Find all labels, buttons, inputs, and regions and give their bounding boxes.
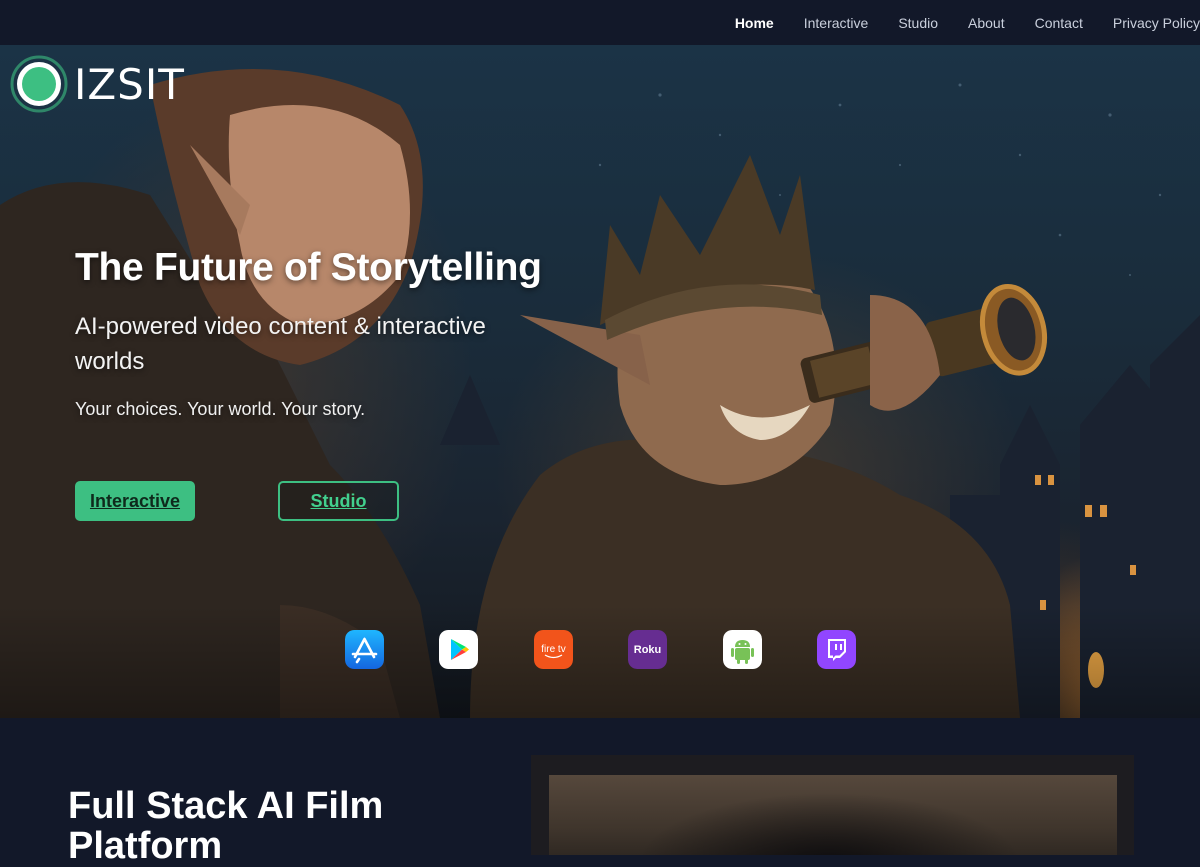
fire-tv-icon[interactable]: fire tv	[534, 630, 573, 669]
top-nav: Home Interactive Studio About Contact Pr…	[0, 0, 1200, 45]
google-play-icon[interactable]	[439, 630, 478, 669]
brand-logo-icon	[10, 55, 68, 113]
nav-item-contact[interactable]: Contact	[1035, 15, 1083, 31]
hero-subtitle: AI-powered video content & interactive w…	[75, 313, 486, 375]
roku-icon[interactable]: Roku	[628, 630, 667, 669]
interactive-button[interactable]: Interactive	[75, 481, 195, 521]
hero-section: IZSIT The Future of Storytelling AI-powe…	[0, 45, 1200, 718]
app-store-icon[interactable]	[345, 630, 384, 669]
nav-item-about[interactable]: About	[968, 15, 1005, 31]
brand-logo[interactable]: IZSIT	[10, 55, 185, 113]
studio-button[interactable]: Studio	[278, 481, 399, 521]
brand-name: IZSIT	[74, 59, 185, 109]
fire-tv-label: fire tv	[541, 644, 565, 655]
hero-tagline: Your choices. Your world. Your story.	[75, 399, 366, 419]
section-title: Full Stack AI Film Platform	[68, 785, 384, 867]
hero-copy: The Future of Storytelling AI-powered vi…	[75, 245, 595, 421]
roku-label: Roku	[634, 644, 662, 656]
nav-item-home[interactable]: Home	[735, 15, 774, 31]
platform-section: Full Stack AI Film Platform	[0, 718, 1200, 866]
section-media-frame	[549, 775, 1117, 855]
android-icon[interactable]	[723, 630, 762, 669]
nav-item-studio[interactable]: Studio	[898, 15, 938, 31]
section-media-image	[531, 755, 1134, 855]
nav-item-privacy-policy[interactable]: Privacy Policy	[1113, 15, 1200, 31]
twitch-icon[interactable]	[817, 630, 856, 669]
hero-title: The Future of Storytelling	[75, 246, 542, 289]
nav-item-interactive[interactable]: Interactive	[804, 15, 869, 31]
